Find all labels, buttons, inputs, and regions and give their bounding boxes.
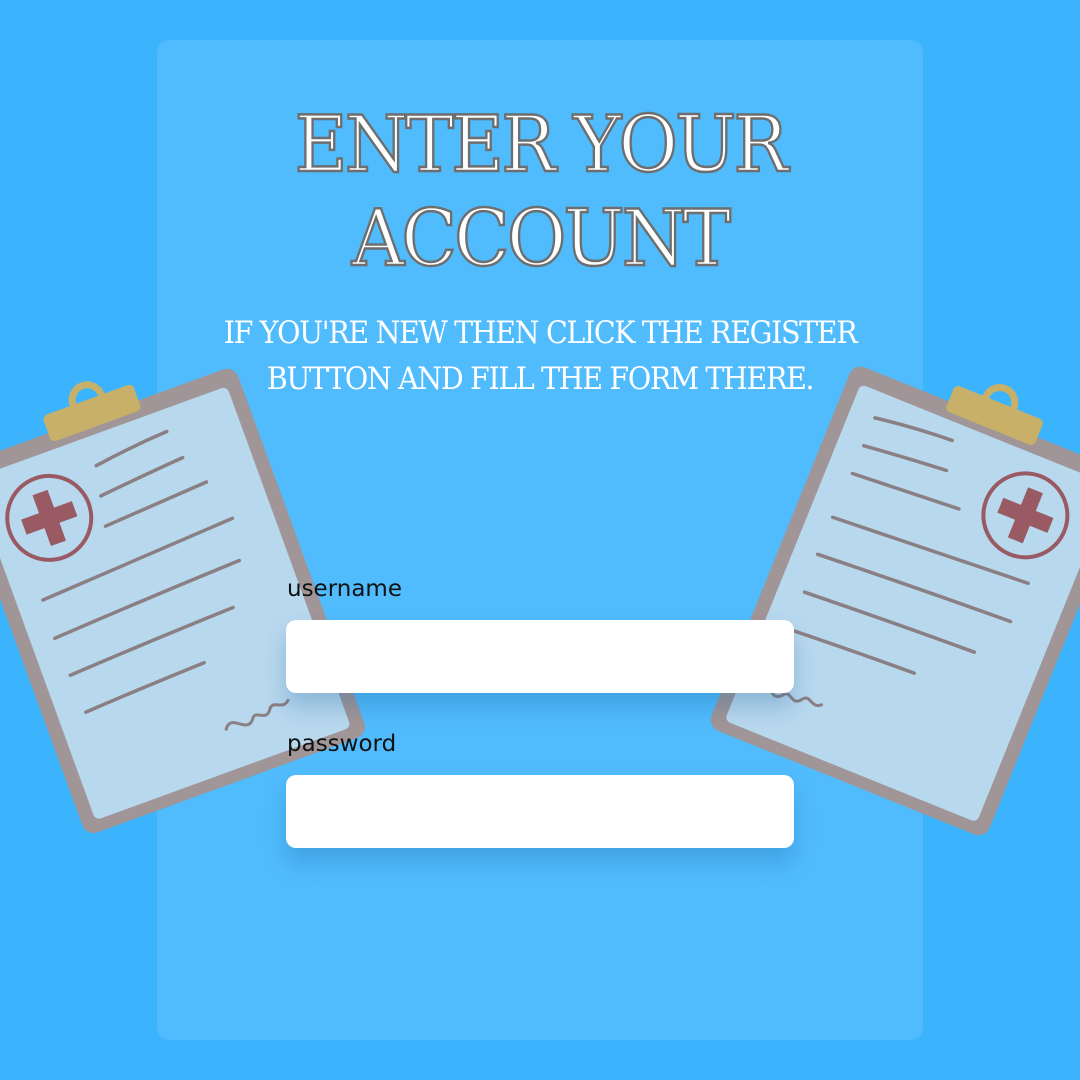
username-label: username — [287, 576, 402, 602]
password-input[interactable] — [286, 775, 794, 848]
page-title: ENTER YOUR ACCOUNT — [294, 99, 790, 286]
password-label: password — [287, 731, 397, 757]
username-input[interactable] — [286, 620, 794, 693]
page-subtitle: IF YOU'RE NEW THEN CLICK THE REGISTER BU… — [223, 315, 858, 397]
